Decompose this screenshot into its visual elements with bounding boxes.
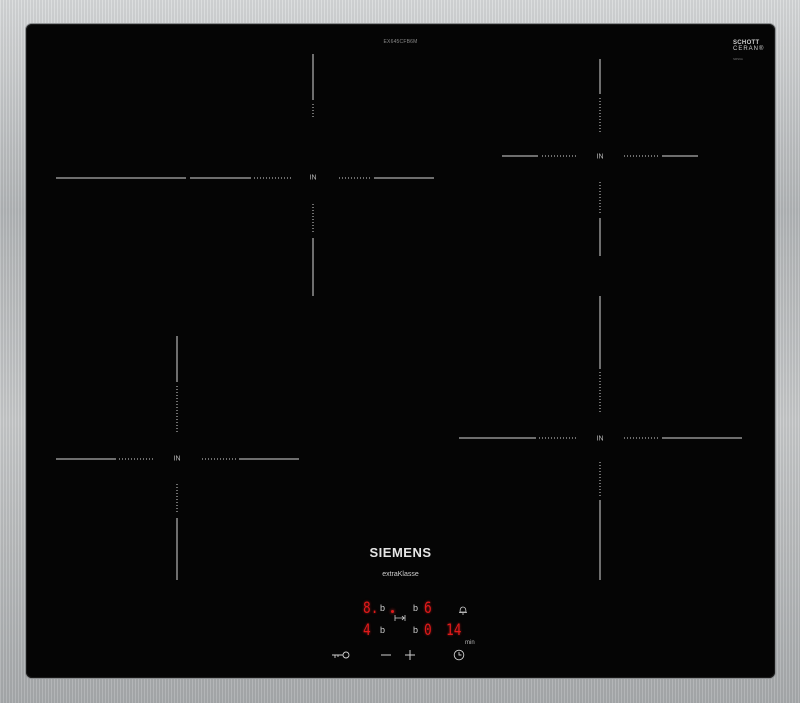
zone-label-front-left: IN [173, 455, 181, 463]
power-level-display-rear-right[interactable]: 6 [424, 600, 432, 616]
zone-label-front-right: IN [596, 435, 604, 443]
series-label: extraKlasse [26, 571, 775, 578]
zone-markings [56, 54, 742, 580]
bell-icon[interactable] [457, 604, 469, 616]
power-level-display-rear-left[interactable]: 4 [363, 622, 371, 638]
key-lock-icon[interactable] [330, 648, 352, 662]
plus-icon[interactable] [403, 648, 417, 662]
clock-icon[interactable] [452, 648, 466, 662]
minus-icon[interactable] [379, 648, 393, 662]
timer-zone-display[interactable]: 0 [424, 622, 432, 638]
boost-indicator-front-right: b [413, 625, 419, 635]
zone-label-rear-left: IN [309, 174, 317, 182]
zone-label-rear-right: IN [596, 153, 604, 161]
zone-marking-rear-left [56, 54, 434, 296]
boost-indicator-front-left: b [380, 603, 386, 613]
series-prefix: extra [382, 571, 398, 578]
timer-unit-label: min [465, 640, 475, 646]
boost-indicator-rear-right: b [413, 603, 419, 613]
ceramic-glass-panel: EX645CFB6M SCHOTT CERAN® SRS9A IN IN IN … [26, 24, 775, 678]
series-suffix: Klasse [397, 571, 419, 578]
zone-select-icon[interactable] [393, 612, 407, 624]
timer-minutes-display[interactable]: 14 [446, 622, 461, 638]
boost-indicator-rear-left: b [380, 625, 386, 635]
brand-logo: SIEMENS [369, 545, 432, 560]
power-level-display-front-left[interactable]: 8. [363, 600, 378, 616]
